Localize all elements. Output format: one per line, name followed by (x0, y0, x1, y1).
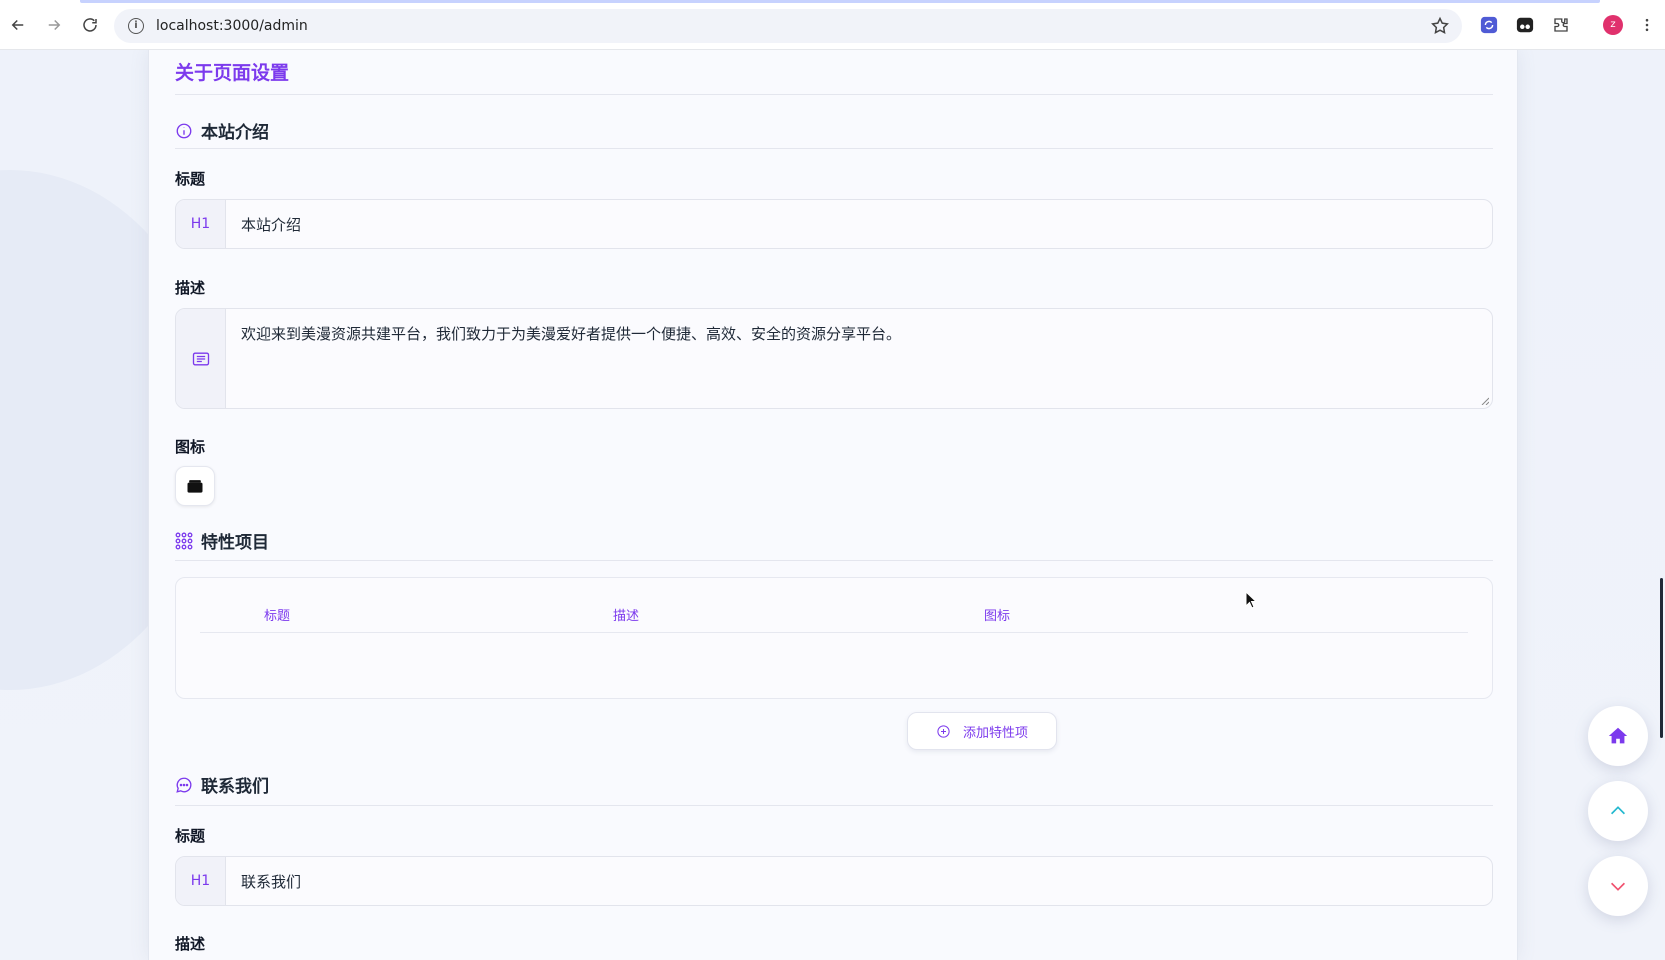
column-header-icon[interactable]: 图标 (984, 605, 1010, 624)
intro-title-label: 标题 (175, 170, 206, 188)
chevron-up-icon (1610, 806, 1626, 815)
browser-toolbar: i localhost:3000/admin z (0, 0, 1665, 50)
contact-title-field[interactable]: H1 联系我们 (175, 856, 1493, 906)
intro-description-value[interactable]: 欢迎来到美漫资源共建平台，我们致力于为美漫爱好者提供一个便捷、高效、安全的资源分… (226, 309, 901, 408)
divider (175, 805, 1493, 806)
intro-icon-label: 图标 (175, 438, 206, 456)
text-lines-icon (192, 352, 209, 365)
column-header-title[interactable]: 标题 (264, 605, 290, 624)
arrow-right-icon (48, 19, 61, 30)
chevron-down-icon (1610, 882, 1626, 891)
mouse-cursor-icon (1245, 591, 1257, 609)
intro-heading-text: 本站介绍 (201, 123, 269, 143)
add-feature-label: 添加特性项 (962, 725, 1028, 741)
extensions-puzzle-icon[interactable] (1550, 14, 1572, 36)
scrollbar-thumb[interactable] (1660, 578, 1663, 738)
info-icon (176, 123, 192, 138)
contact-heading-text: 联系我们 (201, 777, 269, 797)
features-table: 标题 描述 图标 (175, 577, 1493, 699)
divider (175, 148, 1493, 149)
reload-icon (83, 17, 97, 32)
address-bar[interactable]: i localhost:3000/admin (114, 9, 1462, 43)
contact-title-value[interactable]: 联系我们 (226, 857, 301, 905)
add-feature-button[interactable]: 添加特性项 (907, 712, 1057, 750)
more-vertical-icon (1645, 18, 1649, 32)
intro-title-value[interactable]: 本站介绍 (226, 200, 301, 248)
browser-menu-button[interactable] (1636, 14, 1658, 36)
icon-picker-button[interactable] (175, 466, 215, 506)
profile-avatar[interactable]: z (1602, 14, 1624, 36)
h1-addon: H1 (176, 200, 226, 248)
loading-bar (80, 0, 1600, 3)
avatar-letter: z (1603, 15, 1623, 35)
column-header-description[interactable]: 描述 (613, 605, 639, 624)
forward-button[interactable] (38, 9, 70, 41)
bookmark-star-icon[interactable] (1430, 16, 1450, 36)
home-button[interactable] (1588, 706, 1648, 766)
extension-incognito-icon[interactable] (1514, 14, 1536, 36)
features-heading-text: 特性项目 (201, 533, 269, 553)
plus-circle-icon (937, 724, 950, 738)
intro-description-textarea[interactable]: 欢迎来到美漫资源共建平台，我们致力于为美漫爱好者提供一个便捷、高效、安全的资源分… (175, 308, 1493, 409)
page-title: 关于页面设置 (175, 62, 290, 84)
intro-desc-label: 描述 (175, 279, 206, 297)
about-settings-card: 关于页面设置 本站介绍 标题 H1 本站介绍 描述 欢迎来到美漫资源共建平台，我… (148, 50, 1518, 960)
reload-button[interactable] (74, 9, 106, 41)
briefcase-icon (187, 480, 203, 493)
chat-bubble-icon (176, 777, 192, 793)
table-header-divider (200, 632, 1468, 633)
grid-icon (175, 532, 193, 549)
intro-title-field[interactable]: H1 本站介绍 (175, 199, 1493, 249)
intro-section-heading: 本站介绍 (175, 118, 269, 143)
contact-section-heading: 联系我们 (175, 772, 269, 797)
extension-sync-icon[interactable] (1478, 14, 1500, 36)
url-text: localhost:3000/admin (156, 18, 308, 34)
contact-desc-label: 描述 (175, 935, 206, 953)
contact-title-label: 标题 (175, 827, 206, 845)
text-lines-addon (176, 309, 226, 408)
divider (175, 560, 1493, 561)
divider (175, 94, 1493, 95)
back-button[interactable] (2, 9, 34, 41)
scroll-up-button[interactable] (1588, 781, 1648, 841)
features-section-heading: 特性项目 (175, 528, 269, 553)
page-background: 关于页面设置 本站介绍 标题 H1 本站介绍 描述 欢迎来到美漫资源共建平台，我… (0, 50, 1665, 960)
h1-addon: H1 (176, 857, 226, 905)
home-icon (1608, 727, 1628, 744)
scroll-down-button[interactable] (1588, 856, 1648, 916)
site-info-icon[interactable]: i (128, 18, 144, 34)
resize-handle-icon[interactable] (1481, 397, 1489, 405)
arrow-left-icon (11, 19, 24, 30)
